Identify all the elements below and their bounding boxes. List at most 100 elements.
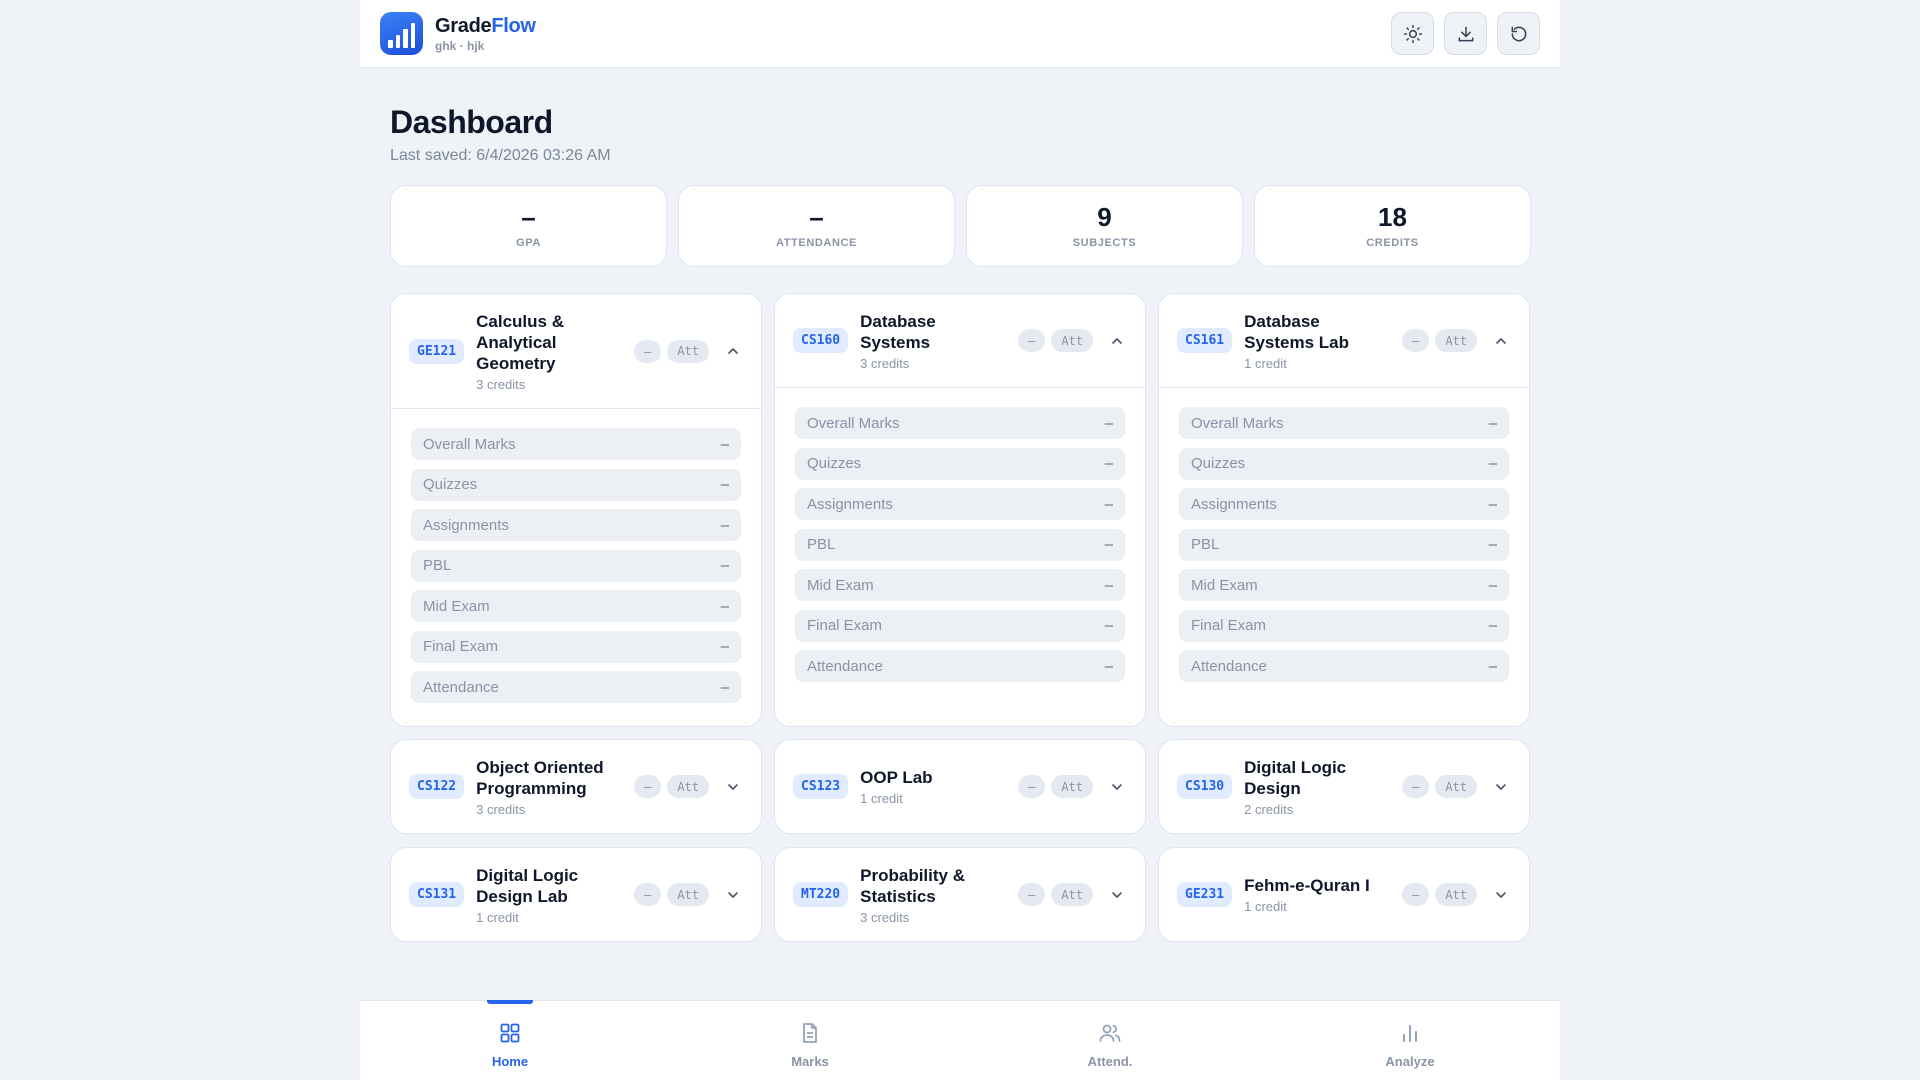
- subject-card-header[interactable]: GE121 Calculus & Analytical Geometry 3 cre…: [391, 294, 761, 408]
- component-row[interactable]: Overall Marks –: [411, 428, 741, 460]
- component-label: Overall Marks: [1191, 414, 1284, 432]
- stat-card-attendance: – ATTENDANCE: [678, 185, 955, 267]
- subject-code: GE231: [1177, 882, 1233, 907]
- chevron-down-icon[interactable]: [1107, 885, 1127, 905]
- component-value: –: [1104, 657, 1113, 675]
- component-value: –: [720, 597, 729, 615]
- subject-card-header[interactable]: CS160 Database Systems 3 credits – Att: [775, 294, 1145, 387]
- subject-pills: – Att: [1402, 883, 1477, 906]
- grade-badge: –: [1018, 883, 1046, 906]
- nav-item-attend[interactable]: Attend.: [960, 1001, 1260, 1080]
- subject-code: MT220: [793, 882, 849, 907]
- component-value: –: [1104, 414, 1113, 432]
- component-row[interactable]: Mid Exam –: [795, 569, 1125, 601]
- subject-card-header[interactable]: MT220 Probability & Statistics 3 credits – A…: [775, 848, 1145, 941]
- component-label: Attendance: [807, 657, 883, 675]
- component-value: –: [720, 476, 729, 493]
- grade-badge: –: [634, 775, 662, 798]
- component-row[interactable]: Final Exam –: [1179, 609, 1509, 642]
- component-label: Final Exam: [807, 617, 883, 634]
- component-label: Mid Exam: [1191, 576, 1258, 594]
- nav-item-marks[interactable]: Marks: [660, 1001, 960, 1080]
- chevron-down-icon[interactable]: [723, 885, 743, 905]
- component-row[interactable]: Assignments –: [795, 488, 1125, 520]
- subject-card-header[interactable]: CS123 OOP Lab 1 credit – Att: [775, 740, 1145, 833]
- brand-name-part1: Grade: [435, 14, 492, 37]
- reset-icon: [1511, 26, 1526, 41]
- component-value: –: [720, 435, 729, 453]
- theme-toggle-button[interactable]: [1391, 12, 1434, 55]
- component-row[interactable]: Attendance –: [1179, 650, 1509, 682]
- subject-card-header[interactable]: CS131 Digital Logic Design Lab 1 credit – At…: [391, 848, 761, 941]
- sun-icon: [1403, 24, 1422, 43]
- subject-code: CS161: [1177, 328, 1233, 353]
- component-row[interactable]: Attendance –: [411, 671, 741, 703]
- subject-card-header[interactable]: CS122 Object Oriented Programming 3 credit…: [391, 740, 761, 833]
- component-row[interactable]: Quizzes –: [795, 447, 1125, 480]
- chevron-down-icon[interactable]: [1491, 885, 1511, 905]
- component-row[interactable]: PBL –: [795, 528, 1125, 561]
- attendance-badge: Att: [1435, 329, 1477, 352]
- chevron-up-icon[interactable]: [723, 341, 743, 361]
- subject-card: CS122 Object Oriented Programming 3 credit…: [390, 739, 762, 834]
- subject-credits: 3 credits: [476, 801, 526, 817]
- component-label: PBL: [423, 557, 452, 574]
- component-row[interactable]: Final Exam –: [411, 630, 741, 663]
- component-row[interactable]: Quizzes –: [1179, 447, 1509, 480]
- subject-pills: – Att: [634, 339, 709, 363]
- subject-name: Digital Logic Design Lab: [476, 865, 579, 906]
- component-row[interactable]: Mid Exam –: [411, 590, 741, 622]
- subject-code: CS160: [793, 328, 849, 353]
- component-label: PBL: [1191, 536, 1220, 553]
- active-tab-indicator: [487, 1000, 533, 1004]
- stat-label: ATTENDANCE: [776, 237, 857, 249]
- component-row[interactable]: Assignments –: [411, 509, 741, 541]
- subject-card-header[interactable]: CS161 Database Systems Lab 1 credit – Att: [1159, 294, 1529, 387]
- component-value: –: [1104, 495, 1113, 513]
- subject-card: MT220 Probability & Statistics 3 credits – A…: [774, 847, 1146, 942]
- subject-card-body: Overall Marks – Quizzes – Assignments – PBL – Mi…: [1159, 387, 1529, 726]
- chevron-up-icon[interactable]: [1491, 331, 1511, 351]
- nav-item-home[interactable]: Home: [360, 1000, 660, 1080]
- component-row[interactable]: Assignments –: [1179, 488, 1509, 520]
- chevron-down-icon[interactable]: [1491, 777, 1511, 797]
- component-row[interactable]: PBL –: [1179, 528, 1509, 561]
- chevron-down-icon[interactable]: [723, 777, 743, 797]
- grade-badge: –: [1018, 329, 1046, 352]
- reset-button[interactable]: [1497, 12, 1540, 55]
- subject-titles: Digital Logic Design 2 credits: [1244, 757, 1392, 817]
- subject-card-body: Overall Marks – Quizzes – Assignments – PBL – Mi…: [775, 387, 1145, 726]
- subject-name: Probability & Statistics: [860, 865, 965, 906]
- component-row[interactable]: Overall Marks –: [795, 407, 1125, 439]
- subject-card: CS161 Database Systems Lab 1 credit – Att Ove…: [1158, 293, 1530, 727]
- component-row[interactable]: PBL –: [411, 549, 741, 582]
- main-content: Dashboard Last saved: 6/4/2026 03:26 AM …: [360, 68, 1560, 953]
- component-value: –: [1488, 617, 1497, 634]
- subject-name: Object Oriented Programming: [476, 757, 604, 798]
- chevron-down-icon[interactable]: [1107, 777, 1127, 797]
- stat-label: GPA: [516, 237, 541, 249]
- subject-titles: Digital Logic Design Lab 1 credit: [476, 865, 624, 925]
- component-row[interactable]: Overall Marks –: [1179, 407, 1509, 439]
- component-label: Attendance: [423, 678, 499, 696]
- chevron-up-icon[interactable]: [1107, 331, 1127, 351]
- component-row[interactable]: Quizzes –: [411, 468, 741, 501]
- component-row[interactable]: Attendance –: [795, 650, 1125, 682]
- subject-card-header[interactable]: GE231 Fehm-e-Quran I 1 credit – Att: [1159, 848, 1529, 941]
- subject-credits: 1 credit: [860, 791, 903, 806]
- subject-name: Database Systems Lab: [1244, 311, 1350, 352]
- component-value: –: [1488, 455, 1497, 472]
- subject-card: CS131 Digital Logic Design Lab 1 credit – At…: [390, 847, 762, 942]
- download-button[interactable]: [1444, 12, 1487, 55]
- component-row[interactable]: Final Exam –: [795, 609, 1125, 642]
- subject-card-header[interactable]: CS130 Digital Logic Design 2 credits – Att: [1159, 740, 1529, 833]
- attendance-badge: Att: [1435, 775, 1477, 798]
- subject-credits: 3 credits: [860, 355, 910, 371]
- nav-item-analyze[interactable]: Analyze: [1260, 1001, 1560, 1080]
- component-value: –: [1488, 495, 1497, 513]
- subject-pills: – Att: [634, 883, 709, 906]
- component-value: –: [1104, 455, 1113, 472]
- component-label: Overall Marks: [807, 414, 900, 432]
- component-label: Final Exam: [1191, 617, 1267, 634]
- component-row[interactable]: Mid Exam –: [1179, 569, 1509, 601]
